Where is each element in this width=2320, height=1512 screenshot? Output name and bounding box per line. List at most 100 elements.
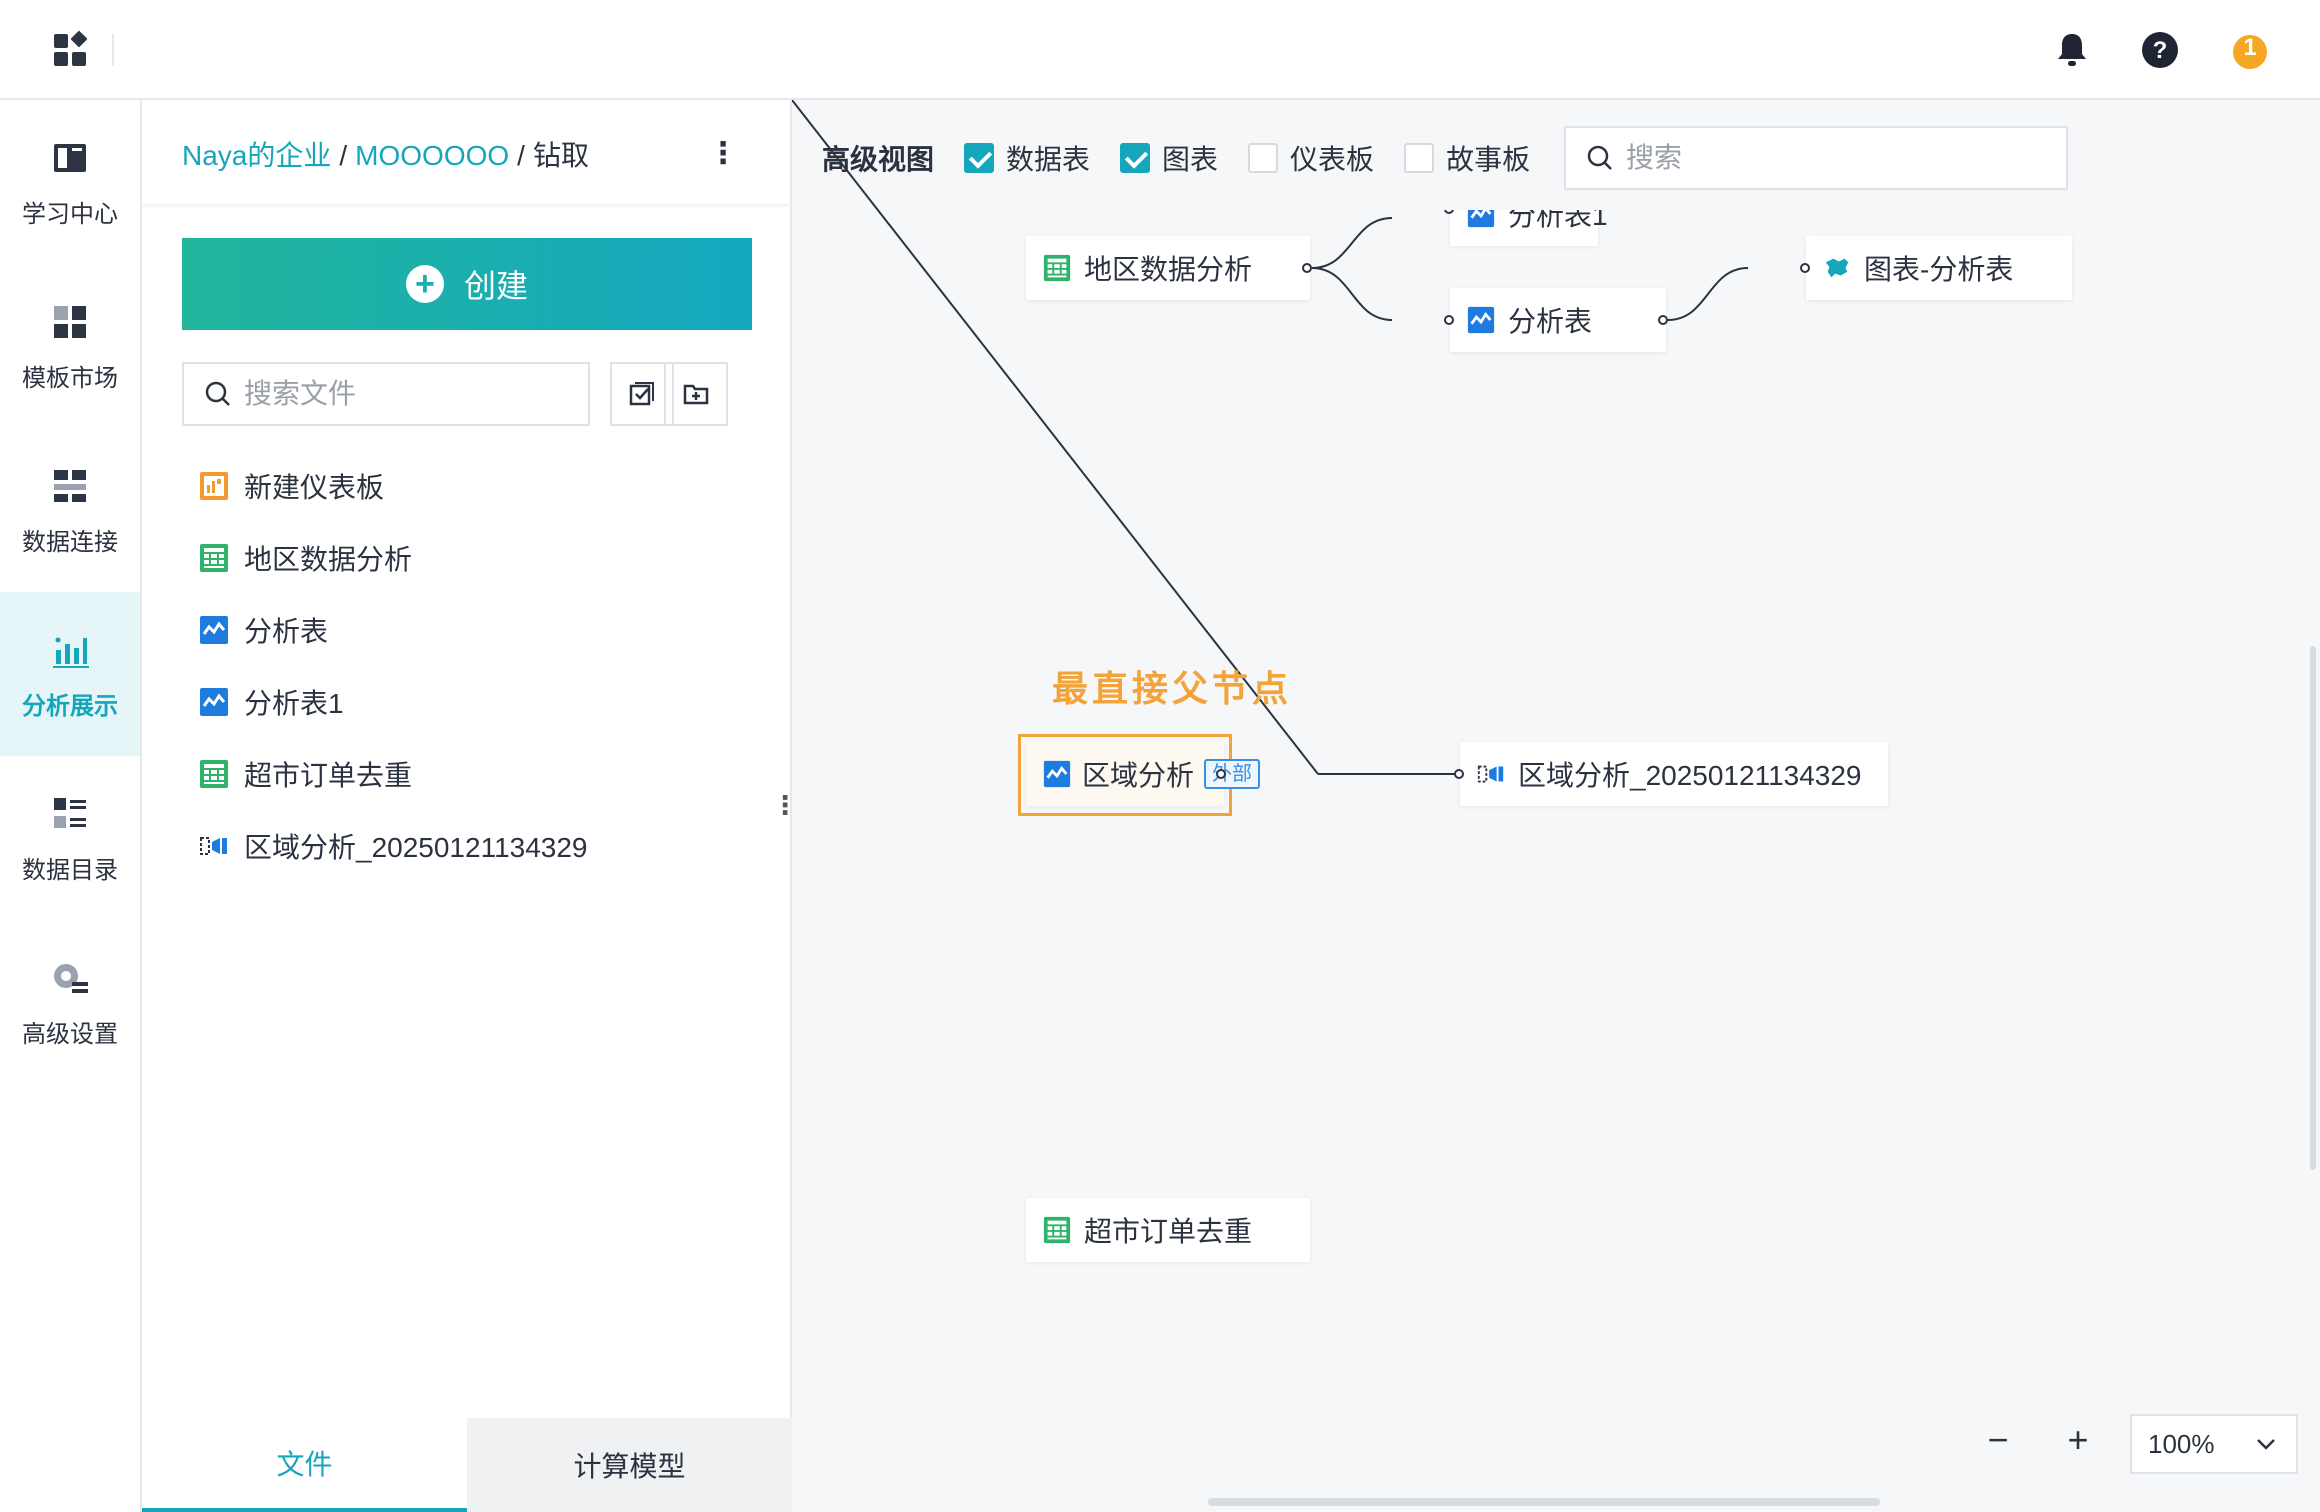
sidebar: 学习中心 模板市场 数据连接 分析展示 数据目录 高级设置 xyxy=(0,100,142,1512)
file-item-region-drill[interactable]: 区域分析_20250121134329 xyxy=(198,810,758,882)
node-input-port xyxy=(1800,263,1810,273)
file-item-label: 区域分析_20250121134329 xyxy=(244,832,588,863)
drill-icon xyxy=(1477,765,1504,783)
node-label: 超市订单去重 xyxy=(1084,1216,1253,1247)
plus-icon: + xyxy=(405,265,444,303)
zoom-in-button[interactable]: + xyxy=(2058,1420,2098,1460)
notice-badge-count: 1 xyxy=(2243,34,2257,61)
file-item-label: 新建仪表板 xyxy=(244,472,385,503)
node-label: 图表-分析表 xyxy=(1864,254,2014,285)
node-analysis[interactable]: 分析表 xyxy=(1444,288,1668,352)
sidebar-item-analysis[interactable]: 分析展示 xyxy=(0,592,140,756)
sidebar-item-label: 分析展示 xyxy=(22,692,118,720)
zoom-select[interactable]: 100% xyxy=(2130,1414,2298,1474)
checklist-icon xyxy=(629,382,654,406)
catalog-list-icon xyxy=(54,797,86,828)
learning-book-icon xyxy=(54,143,86,172)
file-item-label: 地区数据分析 xyxy=(244,544,413,575)
breadcrumb-separator: / xyxy=(517,140,525,171)
lineage-canvas[interactable]: 高级视图 数据表 图表 仪表板 故事板 搜索 分析表1 地区数据分析 分析表 图… xyxy=(792,100,2320,1512)
more-menu-icon[interactable]: ⋮ xyxy=(708,136,738,172)
breadcrumb-separator: / xyxy=(339,140,348,171)
node-output-port xyxy=(1216,769,1226,779)
file-item-analysis1[interactable]: 分析表1 xyxy=(198,666,758,738)
top-bar: ? 1 xyxy=(0,0,2320,100)
template-grid-icon xyxy=(54,305,86,338)
file-item-supermarket[interactable]: 超市订单去重 xyxy=(198,738,758,810)
drill-icon xyxy=(200,837,227,855)
analysis-icon xyxy=(1043,760,1071,788)
node-label: 区域分析 xyxy=(1082,760,1195,791)
file-item-dashboard[interactable]: 新建仪表板 xyxy=(198,450,758,522)
file-item-analysis[interactable]: 分析表 xyxy=(198,594,758,666)
file-item-label: 分析表1 xyxy=(244,688,344,719)
file-item-region-data[interactable]: 地区数据分析 xyxy=(198,522,758,594)
sidebar-item-learning[interactable]: 学习中心 xyxy=(0,100,140,264)
breadcrumb: Naya的企业 / MOOOOOO / 钻取 xyxy=(182,134,589,174)
map-chart-icon xyxy=(1825,258,1849,278)
horizontal-scrollbar[interactable] xyxy=(1208,1498,1880,1506)
file-item-label: 分析表 xyxy=(244,616,329,647)
node-label: 区域分析_20250121134329 xyxy=(1518,760,1862,791)
node-chart-analysis[interactable]: 图表-分析表 xyxy=(1800,236,2072,300)
bar-chart-icon xyxy=(53,637,89,668)
sidebar-item-label: 学习中心 xyxy=(22,200,118,228)
sidebar-item-label: 高级设置 xyxy=(22,1020,118,1048)
table-icon xyxy=(200,544,228,572)
sidebar-item-label: 模板市场 xyxy=(22,364,118,392)
apps-grid-icon[interactable] xyxy=(52,30,92,70)
tab-models[interactable]: 计算模型 xyxy=(467,1418,792,1512)
dashboard-icon xyxy=(200,472,228,500)
breadcrumb-project-link[interactable]: MOOOOOO xyxy=(355,140,509,171)
file-search-field[interactable] xyxy=(182,362,590,426)
vertical-scrollbar[interactable] xyxy=(2310,646,2316,1170)
analysis-icon xyxy=(200,616,228,644)
settings-gear-icon xyxy=(54,963,88,993)
tab-files[interactable]: 文件 xyxy=(142,1418,467,1512)
analysis-icon xyxy=(1467,210,1495,228)
highlight-label: 最直接父节点 xyxy=(1052,668,1293,709)
breadcrumb-current: 钻取 xyxy=(532,140,589,171)
bell-icon[interactable] xyxy=(2052,30,2092,70)
data-connection-icon xyxy=(54,469,86,502)
node-analysis1[interactable]: 分析表1 xyxy=(1444,210,1608,246)
header-shadow xyxy=(142,204,792,208)
sidebar-item-data-connection[interactable]: 数据连接 xyxy=(0,428,140,592)
node-label: 分析表1 xyxy=(1508,210,1608,231)
chevron-down-icon xyxy=(2257,1439,2275,1450)
sidebar-item-catalog[interactable]: 数据目录 xyxy=(0,756,140,920)
file-search-input[interactable] xyxy=(244,378,574,410)
node-region-drill[interactable]: 区域分析_20250121134329 xyxy=(1454,742,1888,806)
node-supermarket[interactable]: 超市订单去重 xyxy=(1026,1198,1310,1262)
zoom-value: 100% xyxy=(2148,1428,2215,1459)
analysis-icon xyxy=(1467,306,1495,334)
help-icon[interactable]: ? xyxy=(2140,30,2180,70)
sidebar-item-templates[interactable]: 模板市场 xyxy=(0,264,140,428)
folder-plus-icon xyxy=(683,384,709,405)
canvas-viewport: 分析表1 xyxy=(792,210,2320,1512)
node-input-port xyxy=(1444,210,1454,214)
node-label: 分析表 xyxy=(1508,306,1593,337)
node-output-port xyxy=(1302,263,1312,273)
breadcrumb-root-link[interactable]: Naya的企业 xyxy=(182,140,331,171)
file-panel: Naya的企业 / MOOOOOO / 钻取 ⋮ + 创建 搜索文件 新建仪表板… xyxy=(142,100,798,1512)
sidebar-item-label: 数据目录 xyxy=(22,856,118,884)
external-tag: 外部 xyxy=(1204,759,1261,789)
svg-text:?: ? xyxy=(2153,37,2168,64)
node-output-port xyxy=(1658,315,1668,325)
node-region-analysis[interactable]: 区域分析 外部 xyxy=(1026,742,1261,806)
table-icon xyxy=(1043,254,1071,282)
node-input-port xyxy=(1444,315,1454,325)
create-button[interactable]: + 创建 xyxy=(182,238,752,330)
file-item-label: 超市订单去重 xyxy=(244,760,413,791)
zoom-out-button[interactable]: − xyxy=(1978,1420,2018,1460)
logo-divider xyxy=(112,34,114,66)
file-list: 新建仪表板 地区数据分析 分析表 分析表1 超市订单去重 区域分析_202501… xyxy=(198,450,758,882)
table-icon xyxy=(200,760,228,788)
new-folder-button[interactable] xyxy=(664,362,728,426)
table-icon xyxy=(1043,1216,1071,1244)
node-region-data[interactable]: 地区数据分析 xyxy=(1026,236,1312,300)
panel-tabs: 文件 计算模型 xyxy=(142,1418,792,1512)
sidebar-item-settings[interactable]: 高级设置 xyxy=(0,920,140,1084)
create-button-label: 创建 xyxy=(463,268,528,304)
